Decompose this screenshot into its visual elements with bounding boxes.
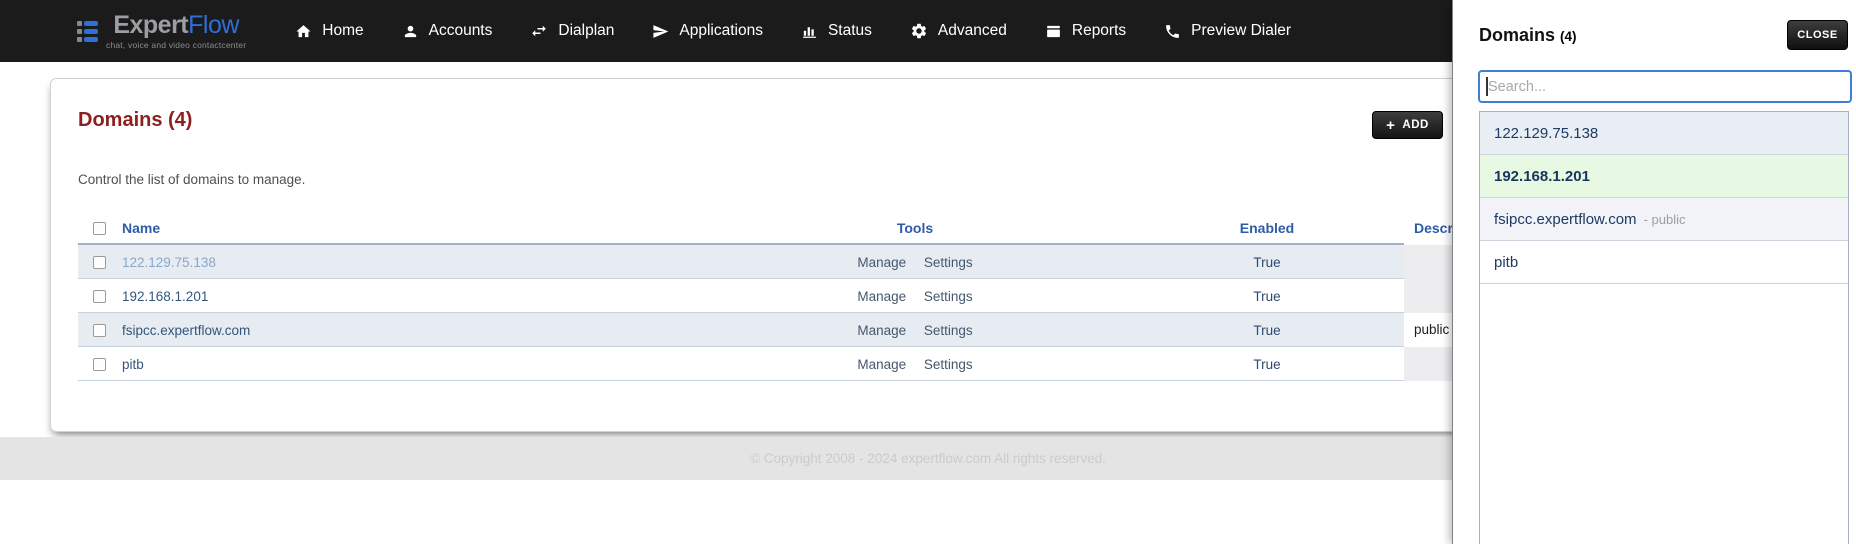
panel-domain-item[interactable]: 192.168.1.201 xyxy=(1480,155,1848,198)
panel-domain-label: fsipcc.expertflow.com xyxy=(1494,210,1637,228)
settings-link[interactable]: Settings xyxy=(924,289,973,304)
nav-item-label: Dialplan xyxy=(558,22,615,39)
panel-domain-note: - public xyxy=(1643,211,1686,227)
row-checkbox[interactable] xyxy=(92,289,106,303)
user-icon xyxy=(402,23,419,40)
table-body: 122.129.75.138 Manage Settings True 192.… xyxy=(78,245,1469,381)
nav-item-accounts[interactable]: Accounts xyxy=(383,0,512,62)
settings-link[interactable]: Settings xyxy=(924,255,973,270)
panel-domain-label: pitb xyxy=(1494,253,1519,271)
add-button-label: ADD xyxy=(1402,119,1429,131)
logo-tagline: chat, voice and video contactcenter xyxy=(106,39,247,50)
column-header-name[interactable]: Name xyxy=(120,220,700,236)
manage-link[interactable]: Manage xyxy=(857,289,906,304)
settings-link[interactable]: Settings xyxy=(924,323,973,338)
panel-domain-label: 122.129.75.138 xyxy=(1494,124,1599,142)
home-icon xyxy=(295,23,312,40)
panel-domain-label: 192.168.1.201 xyxy=(1494,167,1590,185)
page-subtitle: Control the list of domains to manage. xyxy=(78,172,306,187)
nav-item-status[interactable]: Status xyxy=(782,0,891,62)
nav-item-label: Status xyxy=(827,22,872,39)
table-row: pitb Manage Settings True xyxy=(78,347,1469,381)
domains-table: Name Tools Enabled Description 122.129.7… xyxy=(78,211,1469,381)
domain-name-link[interactable]: 192.168.1.201 xyxy=(122,289,208,304)
manage-link[interactable]: Manage xyxy=(857,323,906,338)
select-all-checkbox[interactable] xyxy=(92,221,106,235)
enabled-value[interactable]: True xyxy=(1253,323,1280,338)
panel-count-badge: (4) xyxy=(1560,28,1577,44)
domains-card: Domains (4) + ADD Control the list of do… xyxy=(50,78,1470,432)
row-checkbox[interactable] xyxy=(92,255,106,269)
plus-icon: + xyxy=(1386,116,1396,134)
column-header-tools[interactable]: Tools xyxy=(700,220,1130,236)
table-row: 192.168.1.201 Manage Settings True xyxy=(78,279,1469,313)
close-button[interactable]: CLOSE xyxy=(1787,20,1848,50)
nav-item-preview-dialer[interactable]: Preview Dialer xyxy=(1145,0,1310,62)
nav-item-home[interactable]: Home xyxy=(276,0,382,62)
search-input[interactable] xyxy=(1478,70,1852,103)
enabled-value[interactable]: True xyxy=(1253,357,1280,372)
nav-menu: Home Accounts Dialplan Applications Stat… xyxy=(276,0,1310,62)
column-header-enabled[interactable]: Enabled xyxy=(1130,220,1404,236)
gear-icon xyxy=(910,22,928,40)
nav-item-label: Advanced xyxy=(937,22,1007,39)
nav-item-label: Preview Dialer xyxy=(1191,22,1292,39)
nav-item-label: Accounts xyxy=(428,22,493,39)
nav-item-label: Reports xyxy=(1071,22,1127,39)
bar-chart-icon xyxy=(801,23,818,40)
paper-plane-icon xyxy=(652,23,669,40)
table-row: fsipcc.expertflow.com Manage Settings Tr… xyxy=(78,313,1469,347)
swap-arrows-icon xyxy=(530,22,548,40)
text-cursor xyxy=(1486,77,1488,96)
add-button[interactable]: + ADD xyxy=(1372,111,1443,139)
enabled-value[interactable]: True xyxy=(1253,255,1280,270)
panel-domain-item[interactable]: 122.129.75.138 xyxy=(1480,112,1848,155)
panel-domain-list: 122.129.75.138 192.168.1.201 fsipcc.expe… xyxy=(1479,111,1849,544)
reports-icon xyxy=(1045,23,1062,40)
nav-item-dialplan[interactable]: Dialplan xyxy=(511,0,633,62)
expertflow-logo[interactable]: ExpertFlow chat, voice and video contact… xyxy=(77,10,247,50)
table-header-row: Name Tools Enabled Description xyxy=(78,211,1469,245)
panel-title: Domains (4) xyxy=(1479,24,1577,45)
row-checkbox[interactable] xyxy=(92,357,106,371)
logo-wordmark: ExpertFlow xyxy=(113,10,239,39)
domain-name-link[interactable]: pitb xyxy=(122,357,144,372)
phone-icon xyxy=(1164,23,1181,40)
page-title: Domains (4) xyxy=(78,109,193,131)
enabled-value[interactable]: True xyxy=(1253,289,1280,304)
table-row: 122.129.75.138 Manage Settings True xyxy=(78,245,1469,279)
settings-link[interactable]: Settings xyxy=(924,357,973,372)
domain-name-link[interactable]: 122.129.75.138 xyxy=(122,255,216,270)
row-checkbox[interactable] xyxy=(92,323,106,337)
panel-domain-item[interactable]: fsipcc.expertflow.com - public xyxy=(1480,198,1848,241)
domain-name-link[interactable]: fsipcc.expertflow.com xyxy=(122,323,250,338)
nav-item-label: Applications xyxy=(679,22,763,39)
manage-link[interactable]: Manage xyxy=(857,357,906,372)
expertflow-logo-icon xyxy=(77,20,98,42)
nav-item-advanced[interactable]: Advanced xyxy=(891,0,1026,62)
manage-link[interactable]: Manage xyxy=(857,255,906,270)
nav-item-label: Home xyxy=(322,22,364,39)
nav-item-reports[interactable]: Reports xyxy=(1026,0,1145,62)
panel-domain-item[interactable]: pitb xyxy=(1480,241,1848,284)
nav-item-applications[interactable]: Applications xyxy=(633,0,782,62)
domains-side-panel: Domains(4) CLOSE 122.129.75.138 192.168.… xyxy=(1452,0,1856,544)
